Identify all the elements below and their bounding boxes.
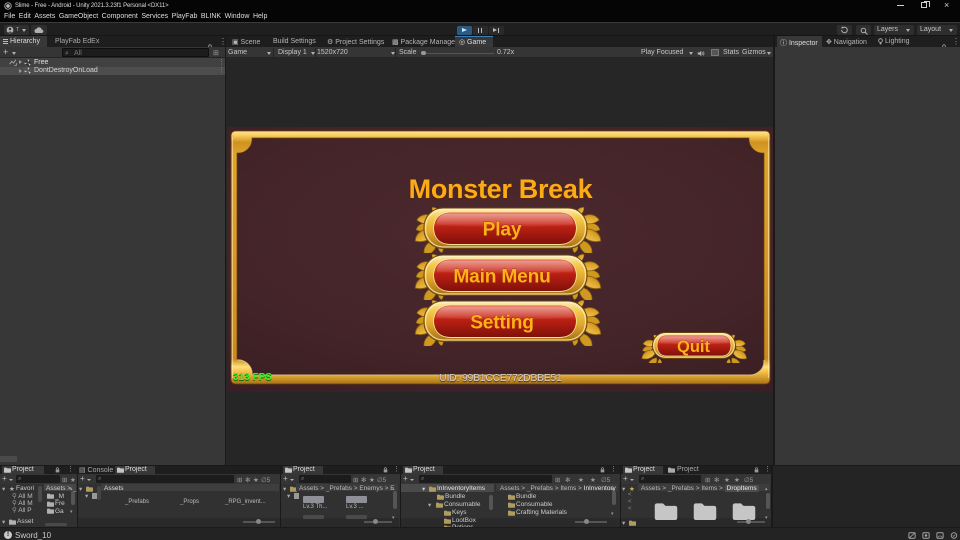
- svg-text:Setting: Setting: [470, 313, 534, 334]
- svg-text:Quit: Quit: [677, 338, 710, 356]
- svg-text:Main Menu: Main Menu: [453, 266, 550, 287]
- svg-text:Play: Play: [482, 219, 521, 240]
